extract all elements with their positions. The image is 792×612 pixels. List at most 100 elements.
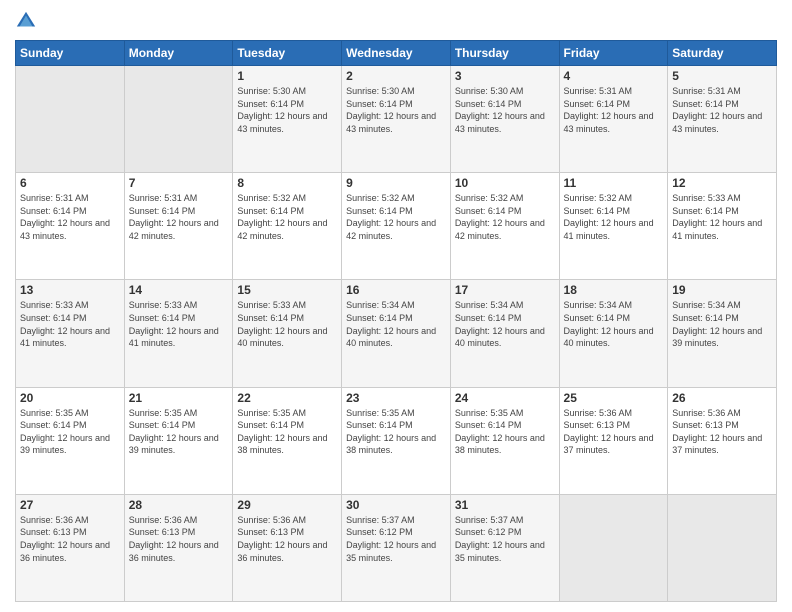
calendar-cell — [124, 66, 233, 173]
day-number: 2 — [346, 69, 446, 83]
day-number: 8 — [237, 176, 337, 190]
calendar-cell — [668, 494, 777, 601]
day-number: 11 — [564, 176, 664, 190]
day-number: 18 — [564, 283, 664, 297]
calendar-week-row: 27Sunrise: 5:36 AM Sunset: 6:13 PM Dayli… — [16, 494, 777, 601]
calendar-cell: 15 Sunrise: 5:33 AM Sunset: 6:14 PM Dayli… — [233, 280, 342, 387]
calendar-cell: 25 Sunrise: 5:36 AM Sunset: 6:13 PM Dayli… — [559, 387, 668, 494]
calendar-cell: 26Sunrise: 5:36 AM Sunset: 6:13 PM Dayli… — [668, 387, 777, 494]
day-number: 14 — [129, 283, 229, 297]
day-number: 15 — [237, 283, 337, 297]
day-info: Sunrise: 5:35 AM Sunset: 6:14 PM Dayligh… — [455, 407, 555, 457]
weekday-header: Friday — [559, 41, 668, 66]
day-number: 12 — [672, 176, 772, 190]
day-info: Sunrise: 5:31 AM Sunset: 6:14 PM Dayligh… — [20, 192, 120, 242]
calendar-cell: 21Sunrise: 5:35 AM Sunset: 6:14 PM Dayli… — [124, 387, 233, 494]
day-number: 30 — [346, 498, 446, 512]
calendar-cell: 29Sunrise: 5:36 AM Sunset: 6:13 PM Dayli… — [233, 494, 342, 601]
day-info: Sunrise: 5:37 AM Sunset: 6:12 PM Dayligh… — [346, 514, 446, 564]
calendar-cell: 16Sunrise: 5:34 AM Sunset: 6:14 PM Dayli… — [342, 280, 451, 387]
day-number: 29 — [237, 498, 337, 512]
calendar-cell: 31 Sunrise: 5:37 AM Sunset: 6:12 PM Dayli… — [450, 494, 559, 601]
day-info: Sunrise: 5:35 AM Sunset: 6:14 PM Dayligh… — [237, 407, 337, 457]
calendar-cell: 24 Sunrise: 5:35 AM Sunset: 6:14 PM Dayli… — [450, 387, 559, 494]
day-info: Sunrise: 5:32 AM Sunset: 6:14 PM Dayligh… — [346, 192, 446, 242]
calendar-week-row: 6 Sunrise: 5:31 AM Sunset: 6:14 PM Daylig… — [16, 173, 777, 280]
day-number: 16 — [346, 283, 446, 297]
day-info: Sunrise: 5:33 AM Sunset: 6:14 PM Dayligh… — [672, 192, 772, 242]
calendar-cell: 23 Sunrise: 5:35 AM Sunset: 6:14 PM Dayli… — [342, 387, 451, 494]
day-number: 26 — [672, 391, 772, 405]
day-info: Sunrise: 5:31 AM Sunset: 6:14 PM Dayligh… — [564, 85, 664, 135]
day-info: Sunrise: 5:30 AM Sunset: 6:14 PM Dayligh… — [346, 85, 446, 135]
calendar-cell: 27Sunrise: 5:36 AM Sunset: 6:13 PM Dayli… — [16, 494, 125, 601]
calendar-cell: 14 Sunrise: 5:33 AM Sunset: 6:14 PM Dayli… — [124, 280, 233, 387]
day-number: 25 — [564, 391, 664, 405]
day-info: Sunrise: 5:37 AM Sunset: 6:12 PM Dayligh… — [455, 514, 555, 564]
weekday-header: Monday — [124, 41, 233, 66]
day-info: Sunrise: 5:36 AM Sunset: 6:13 PM Dayligh… — [564, 407, 664, 457]
logo — [15, 10, 41, 32]
day-number: 19 — [672, 283, 772, 297]
day-info: Sunrise: 5:33 AM Sunset: 6:14 PM Dayligh… — [129, 299, 229, 349]
day-info: Sunrise: 5:32 AM Sunset: 6:14 PM Dayligh… — [455, 192, 555, 242]
day-number: 6 — [20, 176, 120, 190]
weekday-header: Sunday — [16, 41, 125, 66]
day-info: Sunrise: 5:30 AM Sunset: 6:14 PM Dayligh… — [237, 85, 337, 135]
calendar-cell: 2 Sunrise: 5:30 AM Sunset: 6:14 PM Daylig… — [342, 66, 451, 173]
calendar-week-row: 13Sunrise: 5:33 AM Sunset: 6:14 PM Dayli… — [16, 280, 777, 387]
day-number: 24 — [455, 391, 555, 405]
header — [15, 10, 777, 32]
calendar-table: SundayMondayTuesdayWednesdayThursdayFrid… — [15, 40, 777, 602]
day-info: Sunrise: 5:35 AM Sunset: 6:14 PM Dayligh… — [346, 407, 446, 457]
weekday-header: Tuesday — [233, 41, 342, 66]
day-number: 1 — [237, 69, 337, 83]
calendar-cell: 3 Sunrise: 5:30 AM Sunset: 6:14 PM Daylig… — [450, 66, 559, 173]
day-number: 17 — [455, 283, 555, 297]
day-number: 9 — [346, 176, 446, 190]
day-info: Sunrise: 5:30 AM Sunset: 6:14 PM Dayligh… — [455, 85, 555, 135]
day-number: 3 — [455, 69, 555, 83]
calendar-cell: 7 Sunrise: 5:31 AM Sunset: 6:14 PM Daylig… — [124, 173, 233, 280]
day-number: 28 — [129, 498, 229, 512]
calendar-cell: 17 Sunrise: 5:34 AM Sunset: 6:14 PM Dayli… — [450, 280, 559, 387]
weekday-header: Wednesday — [342, 41, 451, 66]
calendar-cell: 11 Sunrise: 5:32 AM Sunset: 6:14 PM Dayli… — [559, 173, 668, 280]
day-number: 10 — [455, 176, 555, 190]
calendar-cell — [16, 66, 125, 173]
day-info: Sunrise: 5:35 AM Sunset: 6:14 PM Dayligh… — [129, 407, 229, 457]
day-info: Sunrise: 5:34 AM Sunset: 6:14 PM Dayligh… — [672, 299, 772, 349]
calendar-cell: 12 Sunrise: 5:33 AM Sunset: 6:14 PM Dayli… — [668, 173, 777, 280]
calendar-cell: 4Sunrise: 5:31 AM Sunset: 6:14 PM Daylig… — [559, 66, 668, 173]
weekday-header-row: SundayMondayTuesdayWednesdayThursdayFrid… — [16, 41, 777, 66]
day-number: 31 — [455, 498, 555, 512]
day-info: Sunrise: 5:31 AM Sunset: 6:14 PM Dayligh… — [672, 85, 772, 135]
calendar-cell: 28 Sunrise: 5:36 AM Sunset: 6:13 PM Dayli… — [124, 494, 233, 601]
day-info: Sunrise: 5:32 AM Sunset: 6:14 PM Dayligh… — [237, 192, 337, 242]
day-number: 23 — [346, 391, 446, 405]
day-info: Sunrise: 5:31 AM Sunset: 6:14 PM Dayligh… — [129, 192, 229, 242]
calendar-cell: 9 Sunrise: 5:32 AM Sunset: 6:14 PM Daylig… — [342, 173, 451, 280]
calendar-week-row: 1 Sunrise: 5:30 AM Sunset: 6:14 PM Daylig… — [16, 66, 777, 173]
calendar-cell: 10 Sunrise: 5:32 AM Sunset: 6:14 PM Dayli… — [450, 173, 559, 280]
day-info: Sunrise: 5:36 AM Sunset: 6:13 PM Dayligh… — [129, 514, 229, 564]
calendar-cell: 8 Sunrise: 5:32 AM Sunset: 6:14 PM Daylig… — [233, 173, 342, 280]
day-number: 5 — [672, 69, 772, 83]
day-info: Sunrise: 5:33 AM Sunset: 6:14 PM Dayligh… — [237, 299, 337, 349]
day-number: 20 — [20, 391, 120, 405]
weekday-header: Saturday — [668, 41, 777, 66]
calendar-cell: 13Sunrise: 5:33 AM Sunset: 6:14 PM Dayli… — [16, 280, 125, 387]
calendar-cell: 5 Sunrise: 5:31 AM Sunset: 6:14 PM Daylig… — [668, 66, 777, 173]
calendar-cell: 20Sunrise: 5:35 AM Sunset: 6:14 PM Dayli… — [16, 387, 125, 494]
calendar-cell: 18Sunrise: 5:34 AM Sunset: 6:14 PM Dayli… — [559, 280, 668, 387]
day-info: Sunrise: 5:34 AM Sunset: 6:14 PM Dayligh… — [455, 299, 555, 349]
logo-icon — [15, 10, 37, 32]
day-info: Sunrise: 5:36 AM Sunset: 6:13 PM Dayligh… — [20, 514, 120, 564]
day-info: Sunrise: 5:32 AM Sunset: 6:14 PM Dayligh… — [564, 192, 664, 242]
calendar-cell: 6 Sunrise: 5:31 AM Sunset: 6:14 PM Daylig… — [16, 173, 125, 280]
calendar-week-row: 20 Sunrise: 5:35 AM Sunset: 6:14 PM Dayli… — [16, 387, 777, 494]
calendar-cell — [559, 494, 668, 601]
day-info: Sunrise: 5:33 AM Sunset: 6:14 PM Dayligh… — [20, 299, 120, 349]
day-number: 7 — [129, 176, 229, 190]
calendar-cell: 22Sunrise: 5:35 AM Sunset: 6:14 PM Dayli… — [233, 387, 342, 494]
